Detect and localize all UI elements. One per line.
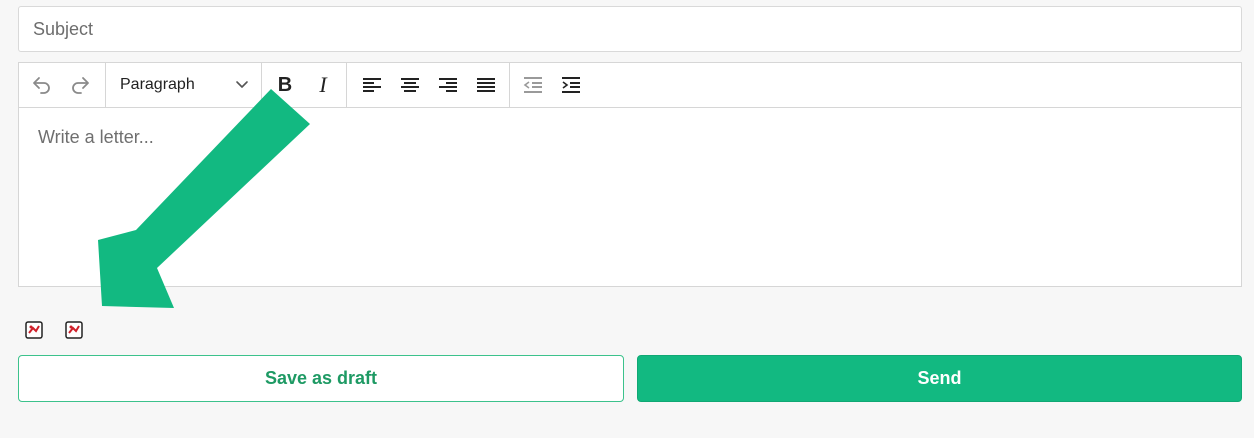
broken-image-icon [65,321,83,339]
align-right-icon [439,78,457,92]
redo-icon [72,77,89,94]
italic-icon: I [319,72,327,97]
bold-button[interactable]: B [266,63,304,107]
paragraph-format-label: Paragraph [120,76,195,93]
paragraph-format-select[interactable]: Paragraph [106,63,261,107]
alignment-group [347,63,510,107]
align-justify-button[interactable] [467,63,505,107]
rich-text-editor: Paragraph B I Write a letter... [18,62,1242,287]
send-label: Send [917,368,962,388]
editor-content-area[interactable]: Write a letter... [19,108,1241,286]
redo-button[interactable] [61,63,99,107]
align-left-button[interactable] [353,63,391,107]
text-style-group: B I [262,63,347,107]
align-center-button[interactable] [391,63,429,107]
editor-toolbar: Paragraph B I [19,63,1241,108]
editor-placeholder: Write a letter... [38,127,154,147]
align-justify-icon [477,78,495,92]
align-right-button[interactable] [429,63,467,107]
history-group [19,63,106,107]
outdent-button[interactable] [514,63,552,107]
format-group: Paragraph [106,63,262,107]
save-draft-button[interactable]: Save as draft [18,355,624,402]
indent-button[interactable] [552,63,590,107]
send-button[interactable]: Send [637,355,1242,402]
undo-icon [33,77,50,94]
save-draft-label: Save as draft [264,368,378,388]
indent-icon [562,77,580,93]
broken-image-icon [25,321,43,339]
chevron-down-icon [236,81,248,88]
align-left-icon [363,78,381,92]
align-center-icon [401,78,419,92]
bold-icon: B [277,73,293,96]
outdent-icon [523,77,542,93]
undo-button[interactable] [23,63,61,107]
indent-group [510,63,590,107]
subject-input[interactable] [18,6,1242,52]
italic-button[interactable]: I [304,63,342,107]
